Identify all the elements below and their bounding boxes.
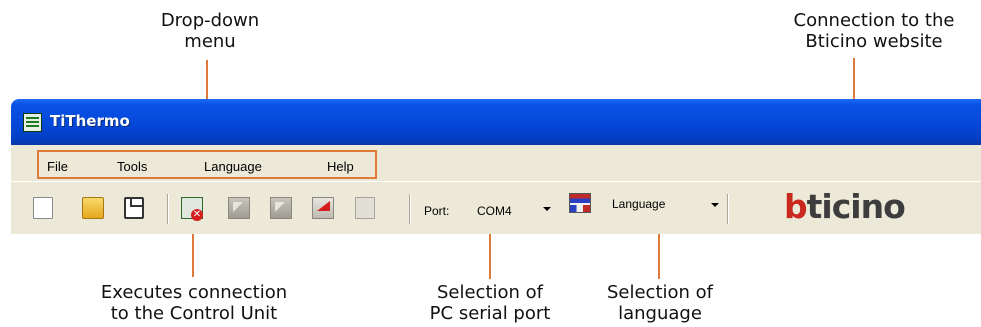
toolbar-separator (167, 194, 169, 224)
app-icon (23, 113, 42, 132)
toolbar: Port: COM4 Language bticino (11, 181, 981, 234)
flags-icon (569, 193, 591, 213)
title-bar[interactable]: TiThermo (11, 99, 981, 145)
toolbar-separator (409, 194, 411, 224)
callout-language-line1: Selection of (606, 282, 714, 303)
bticino-logo[interactable]: bticino (784, 187, 906, 226)
callout-website-line2: Bticino website (805, 31, 943, 52)
callout-language: Selection of language (592, 282, 728, 324)
logo-b: b (784, 187, 808, 226)
port-value: COM4 (477, 204, 512, 218)
menu-language[interactable]: Language (204, 159, 262, 174)
callout-connect-line2: to the Control Unit (110, 303, 278, 324)
callout-connect-line1: Executes connection (100, 282, 288, 303)
language-select-label[interactable]: Language (612, 197, 665, 211)
logo-text: ticino (806, 187, 906, 226)
callout-dropdown-line2: menu (184, 31, 236, 52)
menu-file[interactable]: File (47, 159, 68, 174)
callout-serial-line2: PC serial port (429, 303, 551, 324)
save-icon[interactable] (124, 197, 144, 219)
callout-dropdown-line1: Drop-down (160, 10, 260, 31)
callout-website: Connection to the Bticino website (774, 10, 974, 52)
window-title: TiThermo (50, 112, 130, 130)
callout-language-line2: language (618, 303, 702, 324)
receive-icon[interactable] (228, 197, 250, 219)
report-icon[interactable] (355, 197, 375, 219)
new-file-icon[interactable] (33, 197, 53, 219)
callout-website-line1: Connection to the (793, 10, 955, 31)
send-disabled-icon[interactable] (270, 197, 292, 219)
open-folder-icon[interactable] (82, 197, 104, 219)
chevron-down-icon[interactable] (711, 203, 719, 207)
port-select[interactable]: COM4 (465, 195, 563, 221)
port-label: Port: (424, 204, 450, 218)
toolbar-separator (727, 194, 729, 224)
callout-dropdown-menu: Drop-down menu (150, 10, 270, 52)
chevron-down-icon (543, 207, 551, 211)
callout-serial: Selection of PC serial port (420, 282, 560, 324)
callout-language-line (658, 228, 660, 279)
menu-help[interactable]: Help (327, 159, 354, 174)
callout-serial-line1: Selection of (436, 282, 544, 303)
menu-tools[interactable]: Tools (117, 159, 147, 174)
callout-serial-line (489, 228, 491, 279)
connect-control-unit-icon[interactable] (181, 197, 203, 221)
send-to-unit-icon[interactable] (312, 197, 334, 219)
app-window: TiThermo File Tools Language Help Port: … (11, 99, 981, 234)
callout-connect: Executes connection to the Control Unit (88, 282, 300, 324)
